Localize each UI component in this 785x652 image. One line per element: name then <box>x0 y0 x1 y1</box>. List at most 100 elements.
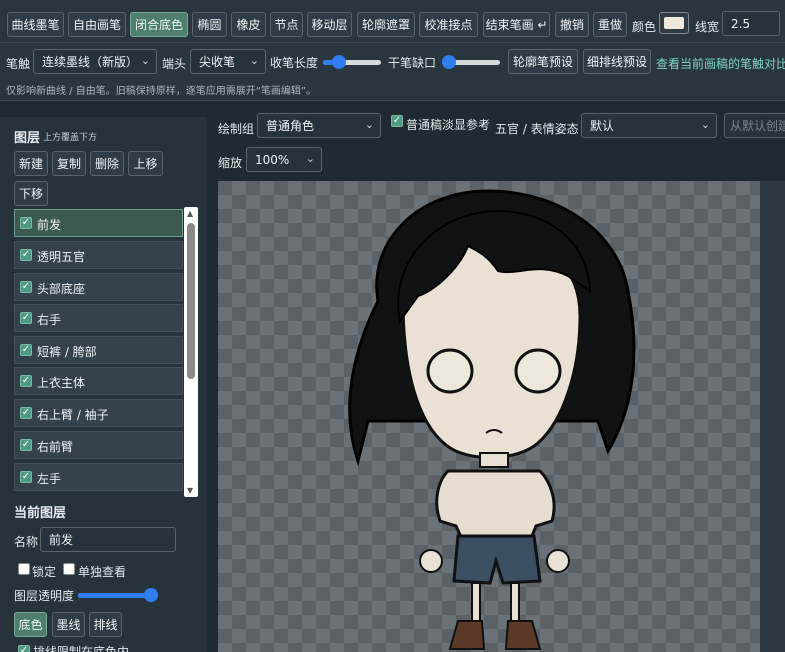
layer-item-label: 上衣主体 <box>37 376 86 390</box>
ellipse-button[interactable]: 椭圆 <box>192 12 227 37</box>
right-eye-shape <box>514 348 562 394</box>
layer-item-label: 右前臂 <box>37 440 74 454</box>
layer-item-label: 透明五官 <box>37 250 86 264</box>
new-layer-button[interactable]: 新建 <box>14 151 48 176</box>
brush-select[interactable]: 连续墨线（新版） ⌄ <box>33 49 157 74</box>
end-stroke-button[interactable]: 结束笔画 ↵ <box>483 12 550 37</box>
checkbox-checked-icon[interactable]: ✓ <box>20 344 32 356</box>
layer-item[interactable]: ✓ 头部底座 <box>14 273 183 301</box>
draw-group-select[interactable]: 普通角色 ⌄ <box>257 113 381 138</box>
create-from-default-button[interactable]: 从默认创建 <box>724 113 785 138</box>
layers-scrollbar[interactable]: ▲ ▼ <box>184 207 198 497</box>
line-width-label: 线宽 <box>695 20 720 34</box>
ref-fade-checkbox[interactable]: ✓ <box>391 115 403 127</box>
lock-label: 锁定 <box>32 565 57 579</box>
right-boot-shape <box>504 620 542 650</box>
outline-preset-button[interactable]: 轮廓笔预设 <box>508 49 578 74</box>
slider-thumb[interactable] <box>332 55 346 69</box>
stroke-compare-link[interactable]: 查看当前画稿的笔触对比 <box>656 55 785 72</box>
left-leg-shape <box>471 582 481 626</box>
layer-item[interactable]: ✓ 左手 <box>14 463 183 491</box>
chevron-down-icon: ⌄ <box>305 152 315 165</box>
layers-title: 图层 <box>14 131 41 146</box>
checkbox-checked-icon[interactable]: ✓ <box>20 471 32 483</box>
draw-group-value: 普通角色 <box>266 119 315 133</box>
scroll-up-icon[interactable]: ▲ <box>187 209 193 218</box>
clip-hatch-label: 排线限制在底色内 <box>33 645 130 652</box>
layers-subtitle: 上方覆盖下方 <box>43 133 98 143</box>
mode-ink-button[interactable]: 墨线 <box>52 612 85 637</box>
checkbox-checked-icon[interactable]: ✓ <box>20 249 32 261</box>
checkbox-checked-icon[interactable]: ✓ <box>20 281 32 293</box>
tip-select[interactable]: 尖收笔 ⌄ <box>190 49 266 74</box>
drawing-canvas[interactable] <box>218 181 760 652</box>
layer-item[interactable]: ✓ 短裤 / 胯部 <box>14 336 183 364</box>
copy-layer-button[interactable]: 复制 <box>52 151 86 176</box>
node-button[interactable]: 节点 <box>270 12 303 37</box>
calibrate-joint-button[interactable]: 校准接点 <box>419 12 478 37</box>
undo-button[interactable]: 撤销 <box>555 12 589 37</box>
line-width-input[interactable]: 2.5 <box>722 11 780 36</box>
color-picker[interactable] <box>659 12 689 34</box>
layer-item[interactable]: ✓ 右前臂 <box>14 431 183 459</box>
outline-mask-button[interactable]: 轮廓遮罩 <box>357 12 415 37</box>
hint-text: 仅影响新曲线 / 自由笔。旧稿保持原样，逐笔应用需展开“笔画编辑”。 <box>6 86 317 97</box>
face-pose-label: 五官 / 表情姿态 <box>495 122 579 136</box>
move-up-button[interactable]: 上移 <box>128 151 163 176</box>
mode-hatch-button[interactable]: 排线 <box>89 612 122 637</box>
layer-item-label: 短裤 / 胯部 <box>37 345 97 359</box>
taper-length-slider[interactable] <box>323 55 381 69</box>
move-down-button[interactable]: 下移 <box>14 181 48 206</box>
layer-item[interactable]: ✓ 上衣主体 <box>14 367 183 395</box>
left-eye-shape <box>426 348 474 394</box>
slider-thumb[interactable] <box>144 588 158 602</box>
checkbox-checked-icon[interactable]: ✓ <box>20 375 32 387</box>
toolbar-divider <box>0 42 785 43</box>
layer-item[interactable]: ✓ 右手 <box>14 304 183 332</box>
layer-opacity-slider[interactable] <box>78 588 158 602</box>
dry-gap-slider[interactable] <box>442 55 500 69</box>
chevron-down-icon: ⌄ <box>700 118 710 131</box>
clip-hatch-checkbox[interactable]: ✓ <box>18 645 30 652</box>
face-pose-value: 默认 <box>590 119 615 133</box>
current-layer-title: 当前图层 <box>14 506 67 521</box>
scroll-down-icon[interactable]: ▼ <box>187 486 193 495</box>
checkbox-checked-icon[interactable]: ✓ <box>20 217 32 229</box>
layer-item[interactable]: ✓ 透明五官 <box>14 241 183 269</box>
checkbox-checked-icon[interactable]: ✓ <box>20 439 32 451</box>
checkbox-checked-icon[interactable]: ✓ <box>20 407 32 419</box>
checkbox-checked-icon[interactable]: ✓ <box>20 312 32 324</box>
ref-fade-label: 普通稿淡显参考 <box>406 118 491 132</box>
chevron-down-icon: ⌄ <box>140 54 150 67</box>
layer-name-input[interactable]: 前发 <box>40 527 176 552</box>
slider-thumb[interactable] <box>442 55 456 69</box>
curve-ink-button[interactable]: 曲线墨笔 <box>7 12 64 37</box>
color-swatch <box>664 17 684 29</box>
brush-select-value: 连续墨线（新版） <box>42 55 139 69</box>
layer-item[interactable]: ✓ 右上臂 / 袖子 <box>14 399 183 427</box>
face-pose-select[interactable]: 默认 ⌄ <box>581 113 717 138</box>
layer-item-front-hair[interactable]: ✓ 前发 <box>14 209 183 237</box>
chevron-down-icon: ⌄ <box>249 54 259 67</box>
brush-label: 笔触 <box>6 57 31 71</box>
layer-opacity-label: 图层透明度 <box>14 589 75 603</box>
move-layer-button[interactable]: 移动层 <box>307 12 352 37</box>
taper-length-label: 收笔长度 <box>270 56 319 70</box>
eraser-button[interactable]: 橡皮 <box>231 12 266 37</box>
character-illustration <box>348 189 636 650</box>
layer-name-label: 名称 <box>14 535 39 549</box>
layer-item-label: 右上臂 / 袖子 <box>37 408 109 422</box>
zoom-select[interactable]: 100% ⌄ <box>246 147 322 172</box>
lock-checkbox[interactable] <box>18 563 30 575</box>
scrollbar-thumb[interactable] <box>187 223 195 379</box>
delete-layer-button[interactable]: 删除 <box>90 151 124 176</box>
mode-fill-button[interactable]: 底色 <box>14 612 47 637</box>
shorts-shape <box>452 534 542 585</box>
redo-button[interactable]: 重做 <box>593 12 627 37</box>
solo-view-checkbox[interactable] <box>63 563 75 575</box>
fine-hatch-preset-button[interactable]: 细排线预设 <box>583 49 651 74</box>
layer-item-label: 头部底座 <box>37 282 86 296</box>
freehand-brush-button[interactable]: 自由画笔 <box>68 12 126 37</box>
zoom-value: 100% <box>255 152 290 167</box>
closed-fill-button[interactable]: 闭合底色 <box>130 12 188 37</box>
